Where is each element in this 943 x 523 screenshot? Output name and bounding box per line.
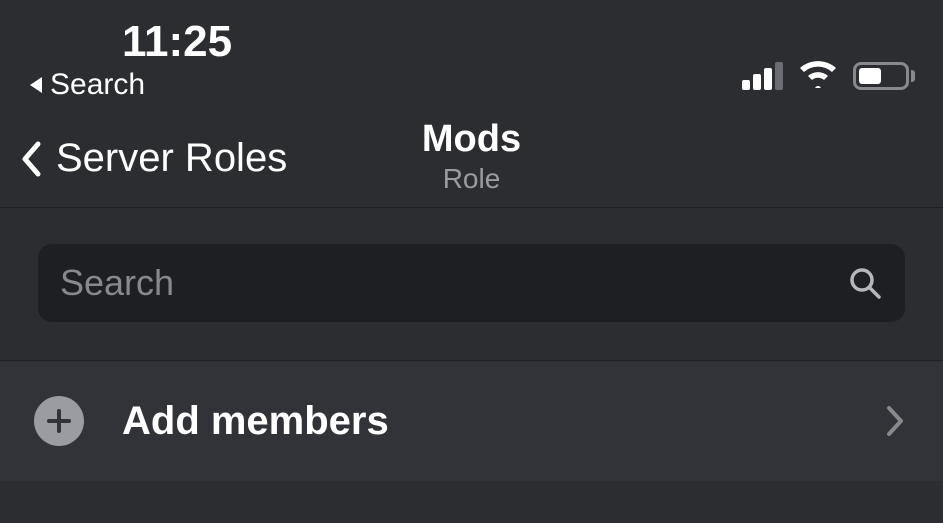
status-time: 11:25 (28, 18, 232, 66)
triangle-left-icon (28, 76, 44, 94)
cellular-signal-icon (742, 62, 783, 90)
navigation-bar: Server Roles Mods Role (0, 110, 943, 208)
page-subtitle: Role (443, 163, 501, 195)
page-title: Mods (422, 118, 521, 161)
chevron-left-icon (20, 141, 42, 177)
back-label: Server Roles (56, 136, 287, 181)
chevron-right-icon (885, 404, 905, 438)
search-section: Search (0, 208, 943, 361)
search-placeholder: Search (60, 262, 174, 304)
status-bar: 11:25 Search (0, 0, 943, 110)
add-members-button[interactable]: Add members (0, 361, 943, 481)
add-members-label: Add members (122, 399, 389, 444)
search-icon (847, 265, 883, 301)
search-input[interactable]: Search (38, 244, 905, 322)
wifi-icon (797, 58, 839, 93)
add-members-left: Add members (34, 396, 389, 446)
battery-icon (853, 62, 915, 90)
status-bar-left: 11:25 Search (28, 18, 232, 102)
status-back-to-app[interactable]: Search (28, 68, 145, 102)
nav-title-group: Mods Role (422, 118, 521, 195)
plus-icon (34, 396, 84, 446)
status-bar-right (742, 18, 915, 93)
back-button[interactable]: Server Roles (20, 136, 287, 181)
status-back-label: Search (50, 68, 145, 102)
